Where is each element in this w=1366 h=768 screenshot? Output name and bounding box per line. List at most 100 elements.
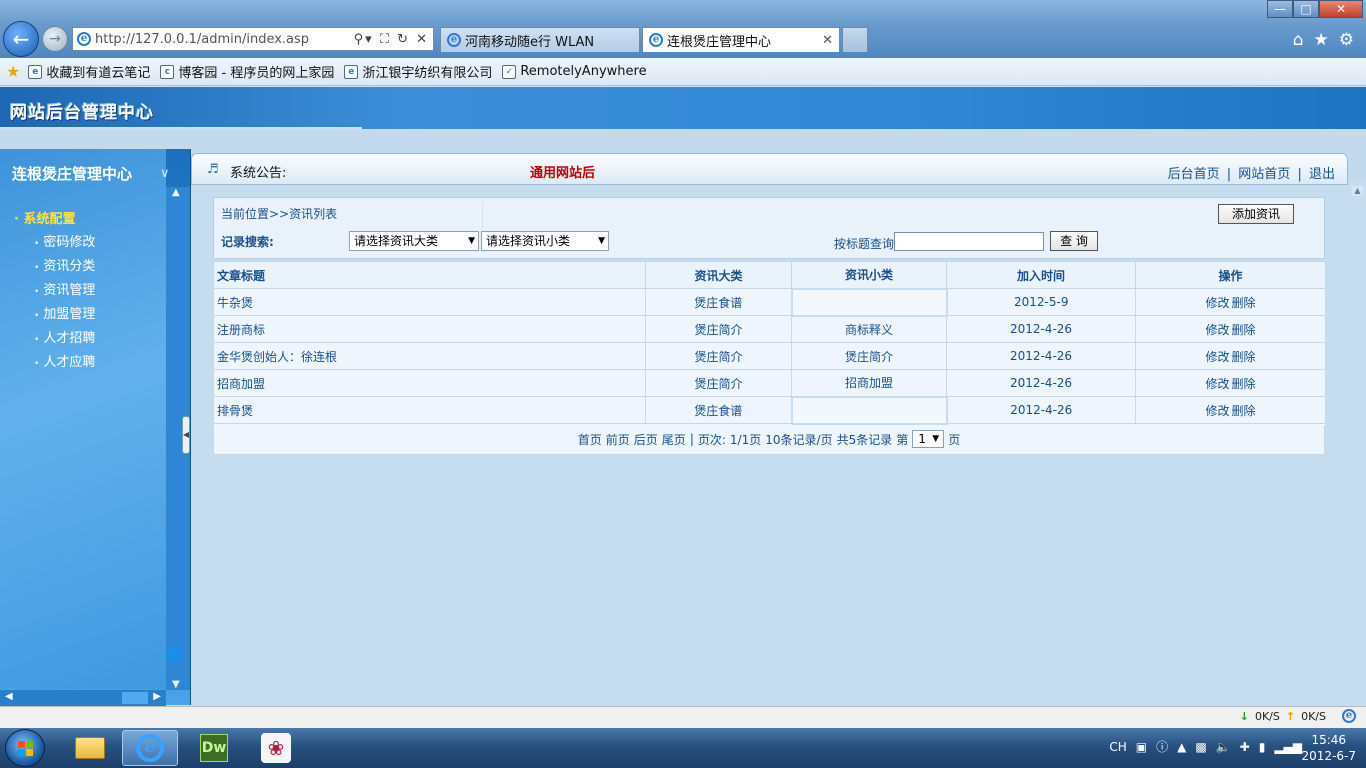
title-query-input[interactable]	[894, 232, 1044, 251]
volume-icon[interactable]: 🔈	[1216, 740, 1231, 754]
remote-icon: ✓	[502, 64, 517, 79]
tab-admin[interactable]: e 连根煲庄管理中心 ✕	[642, 27, 840, 52]
scroll-down-icon[interactable]: ▼	[172, 679, 180, 690]
cell-title[interactable]: 招商加盟	[213, 369, 646, 397]
star-icon[interactable]: ★	[1314, 30, 1329, 50]
pager-next[interactable]: 后页	[634, 431, 658, 448]
sidebar-item-recruitment[interactable]: 人才招聘	[34, 327, 95, 346]
new-tab-button[interactable]	[842, 27, 868, 52]
menu-group-system-config[interactable]: · 系统配置	[14, 208, 75, 227]
favorites-star-icon[interactable]: ★	[6, 62, 20, 81]
favorite-item[interactable]: c 博客园 - 程序员的网上家园	[160, 62, 334, 81]
edit-link[interactable]: 修改	[1205, 296, 1229, 310]
ime-icon[interactable]: ▣	[1136, 740, 1147, 754]
pager-page-label: 页次:	[697, 432, 726, 447]
favorite-item[interactable]: ✓ RemotelyAnywhere	[502, 64, 647, 79]
speaker-icon: ♬	[207, 162, 219, 177]
web-page: 网站后台管理中心 连根煲庄管理中心 ∨ · 系统配置 密码修改 资讯分类 资讯管…	[0, 87, 1366, 706]
taskbar-dreamweaver[interactable]: Dw	[186, 730, 242, 766]
sidebar-item-franchise[interactable]: 加盟管理	[34, 303, 95, 322]
major-category-select[interactable]: 请选择资讯大类 ▼	[349, 231, 479, 251]
taskbar: e Dw ❀ CH ▣ ⓘ ▲ ▩ 🔈 ✚ ▮ ▂▄▆ 15:46 2012-6…	[0, 728, 1366, 768]
scroll-right-icon[interactable]: ▶	[153, 691, 161, 702]
close-tab-icon[interactable]: ✕	[822, 33, 833, 48]
cell-date: 2012-4-26	[946, 342, 1136, 370]
scroll-thumb[interactable]	[122, 692, 148, 704]
page-select[interactable]: 1 ▼	[912, 430, 945, 448]
tab-wlan[interactable]: e 河南移动随e行 WLAN	[440, 27, 640, 52]
search-panel: 当前位置>>资讯列表 添加资讯 记录搜索: 请选择资讯大类 ▼ 请选择资讯小类 …	[213, 197, 1325, 259]
link-logout[interactable]: 退出	[1309, 167, 1335, 182]
clock[interactable]: 15:46 2012-6-7	[1302, 732, 1356, 764]
delete-link[interactable]: 删除	[1232, 377, 1256, 391]
scroll-up-icon[interactable]: ▲	[1352, 186, 1363, 196]
delete-link[interactable]: 删除	[1232, 323, 1256, 337]
sidebar-item-applications[interactable]: 人才应聘	[34, 351, 95, 370]
sidebar-horizontal-scrollbar[interactable]: ◀ ▶	[0, 690, 166, 706]
select-value: 请选择资讯大类	[354, 234, 439, 248]
edit-link[interactable]: 修改	[1205, 377, 1229, 391]
language-indicator[interactable]: CH	[1109, 740, 1126, 754]
address-bar[interactable]: e http://127.0.0.1/admin/index.asp ⚲▾ ⛶ …	[72, 27, 434, 51]
delete-link[interactable]: 删除	[1232, 296, 1256, 310]
address-tools-icons[interactable]: ⚲▾ ⛶ ↻ ✕	[354, 32, 433, 47]
favorite-item[interactable]: e 浙江银宇纺织有限公司	[344, 62, 492, 81]
taskbar-ie[interactable]: e	[122, 730, 178, 766]
cell-date: 2012-4-26	[946, 396, 1136, 424]
cell-major: 煲庄食谱	[645, 288, 792, 316]
forward-button[interactable]: →	[42, 26, 68, 52]
battery-icon[interactable]: ▮	[1259, 740, 1266, 754]
sidebar-item-news-category[interactable]: 资讯分类	[34, 255, 95, 274]
query-button[interactable]: 查 询	[1050, 231, 1098, 251]
address-url[interactable]: http://127.0.0.1/admin/index.asp	[95, 32, 354, 47]
minimize-button[interactable]: —	[1267, 0, 1293, 18]
link-admin-home[interactable]: 后台首页	[1168, 167, 1220, 182]
breadcrumb: 当前位置>>资讯列表	[221, 207, 338, 221]
site-header: 网站后台管理中心	[0, 87, 1366, 129]
link-site-home[interactable]: 网站首页	[1238, 167, 1290, 182]
dropdown-arrow-icon: ▼	[598, 236, 605, 246]
home-icon[interactable]: ⌂	[1293, 30, 1304, 50]
security-icon[interactable]: ✚	[1240, 740, 1250, 754]
cell-title[interactable]: 牛杂煲	[213, 288, 646, 316]
minor-category-select[interactable]: 请选择资讯小类 ▼	[481, 231, 609, 251]
delete-link[interactable]: 删除	[1232, 404, 1256, 418]
network-icon[interactable]: ▩	[1195, 740, 1206, 754]
pager-last[interactable]: 尾页	[662, 431, 686, 448]
cell-minor: 招商加盟	[791, 369, 947, 397]
tray-expand-icon[interactable]: ▲	[1177, 740, 1186, 754]
ie-page-icon: e	[344, 64, 359, 79]
ie-status-icon[interactable]: e	[1342, 709, 1356, 723]
maximize-button[interactable]: □	[1293, 0, 1319, 18]
cell-title[interactable]: 注册商标	[213, 315, 646, 343]
ie-page-icon: e	[77, 32, 91, 46]
scroll-thumb[interactable]	[166, 647, 182, 661]
double-chevron-down-icon[interactable]: ∨	[160, 166, 170, 181]
page-vertical-scrollbar[interactable]: ▲	[1349, 182, 1366, 706]
close-window-button[interactable]: ✕	[1319, 0, 1363, 18]
cell-title[interactable]: 金华煲创始人：徐连根	[213, 342, 646, 370]
gear-icon[interactable]: ⚙	[1339, 30, 1354, 50]
delete-link[interactable]: 删除	[1232, 350, 1256, 364]
edit-link[interactable]: 修改	[1205, 350, 1229, 364]
sidebar-item-password[interactable]: 密码修改	[34, 231, 95, 250]
add-news-button[interactable]: 添加资讯	[1218, 204, 1294, 224]
edit-link[interactable]: 修改	[1205, 323, 1229, 337]
scroll-up-icon[interactable]: ▲	[172, 187, 180, 198]
edit-link[interactable]: 修改	[1205, 404, 1229, 418]
favorite-item[interactable]: e 收藏到有道云笔记	[28, 62, 150, 81]
signal-icon[interactable]: ▂▄▆	[1274, 740, 1302, 754]
scroll-left-icon[interactable]: ◀	[5, 691, 13, 702]
sidebar-item-news-management[interactable]: 资讯管理	[34, 279, 95, 298]
taskbar-tool[interactable]: ❀	[248, 730, 304, 766]
pager-prev[interactable]: 前页	[606, 431, 630, 448]
start-button[interactable]	[5, 729, 45, 767]
pager-first[interactable]: 首页	[578, 431, 602, 448]
help-icon[interactable]: ⓘ	[1156, 738, 1168, 755]
search-label: 记录搜索:	[221, 235, 274, 249]
cell-title[interactable]: 排骨煲	[213, 396, 646, 424]
sidebar-toggle-handle[interactable]: ◀	[182, 416, 190, 454]
back-button[interactable]: ←	[3, 21, 39, 57]
cell-minor: 商标释义	[791, 315, 947, 343]
taskbar-explorer[interactable]	[62, 730, 118, 766]
